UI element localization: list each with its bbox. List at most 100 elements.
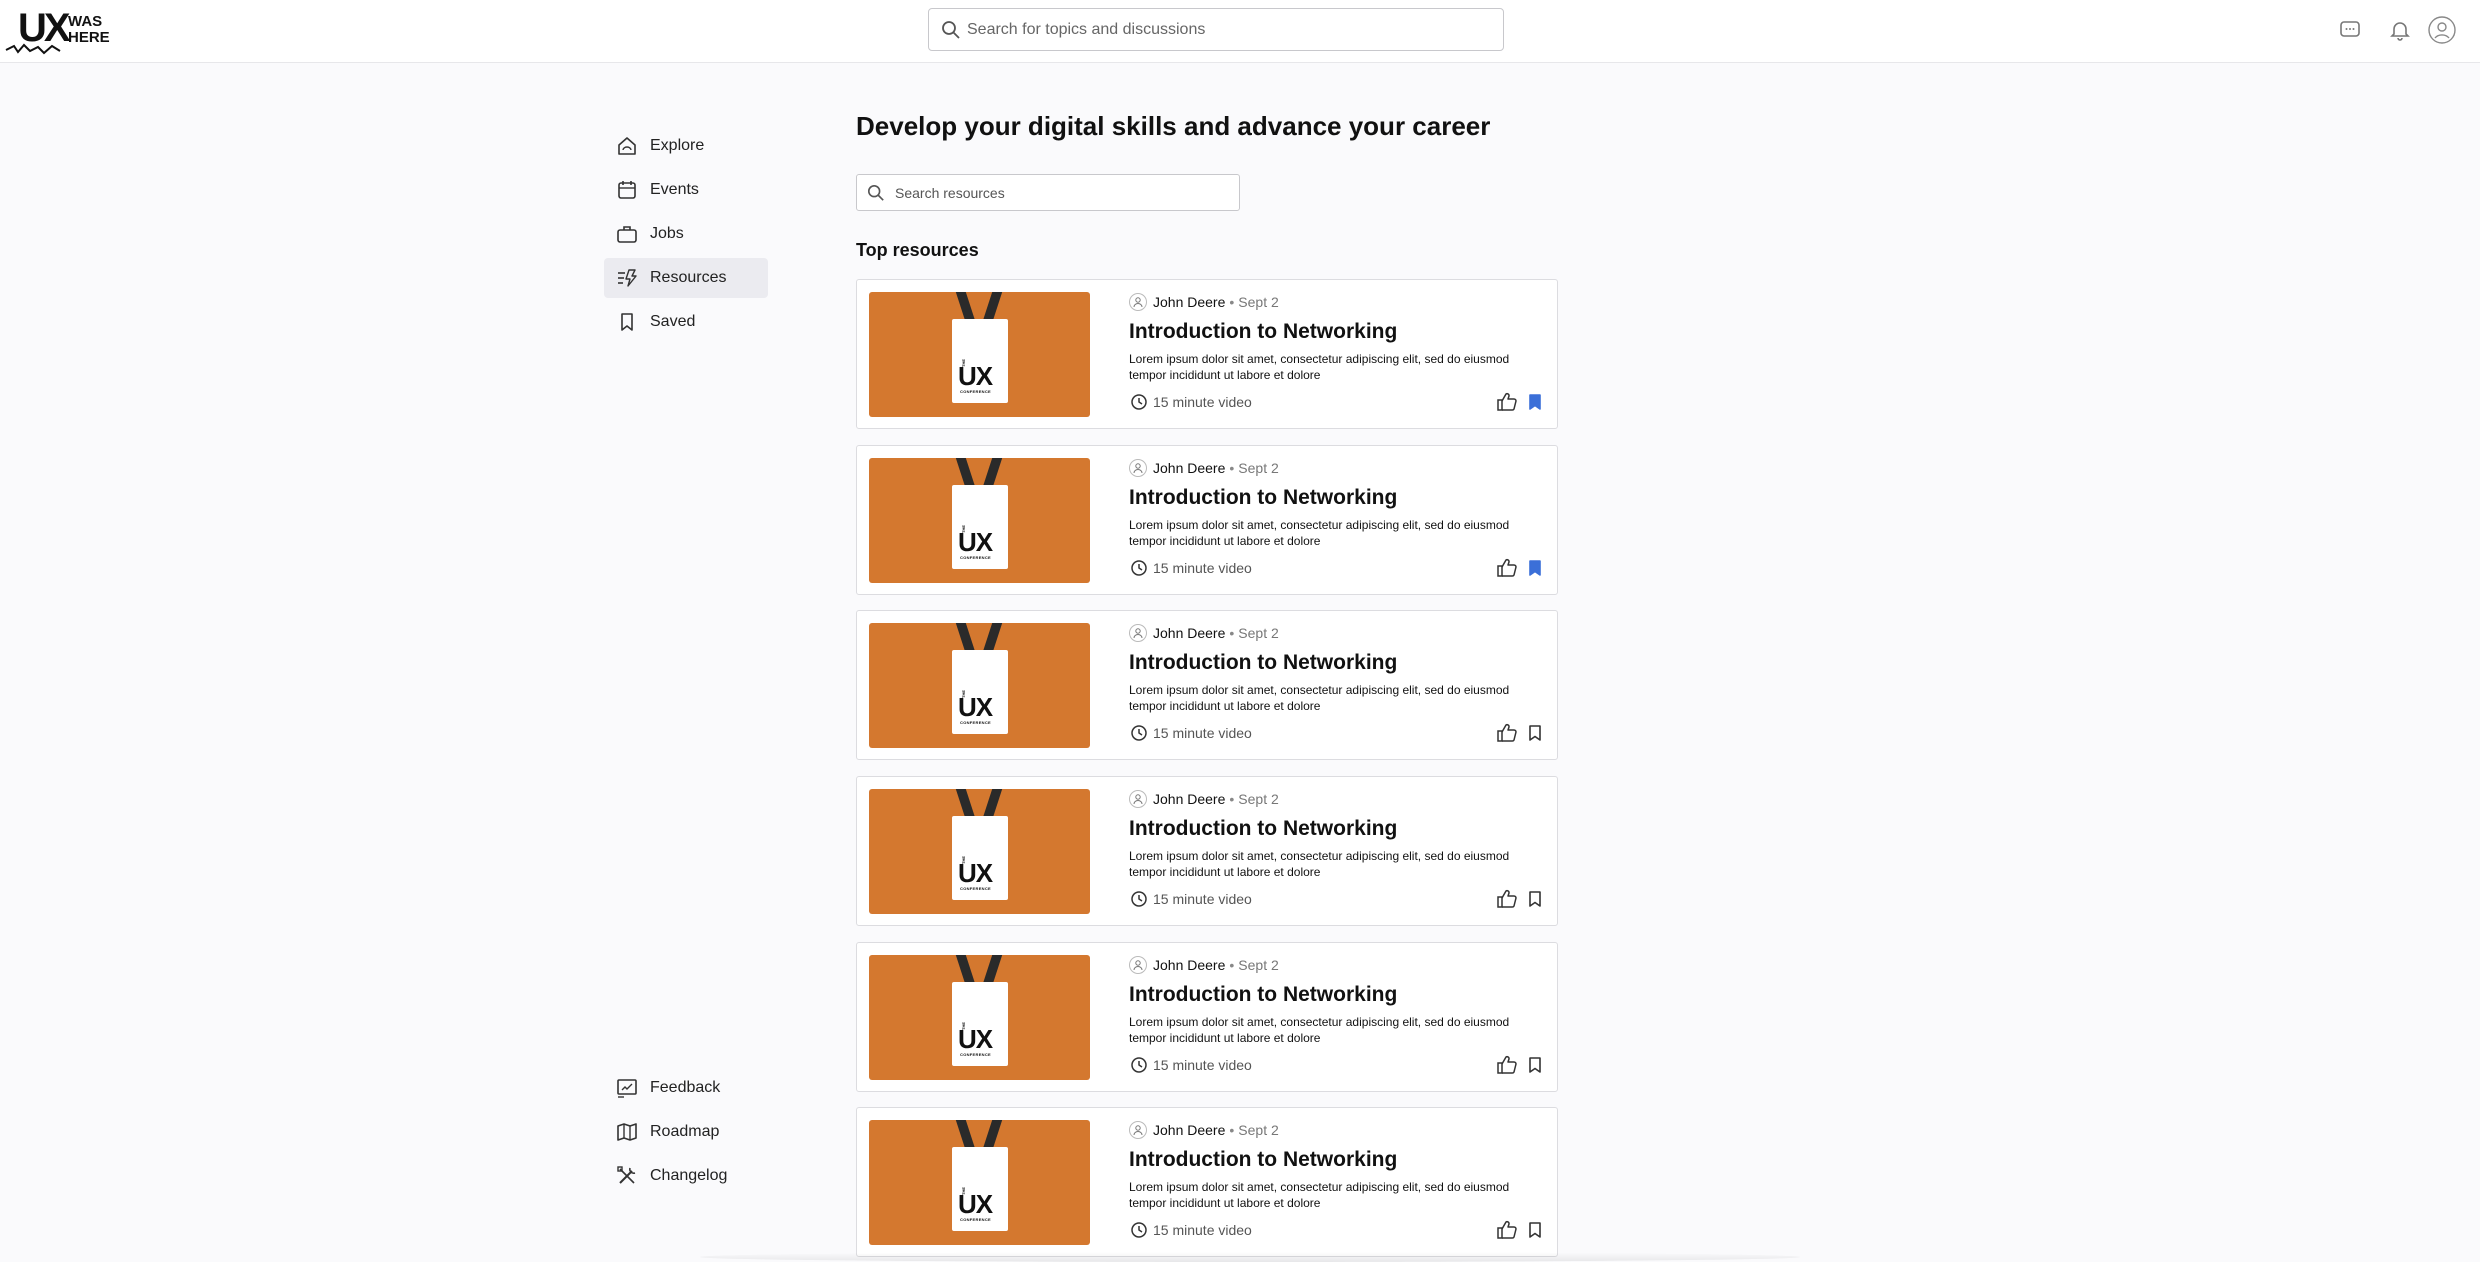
bookmark-icon: [1529, 1057, 1541, 1073]
resource-card[interactable]: THE UX CONFERENCE John Deere • Sept 2 Introduc…: [856, 445, 1558, 595]
meta-separator: •: [1229, 957, 1235, 973]
like-button[interactable]: [1495, 721, 1519, 745]
author-name[interactable]: John Deere: [1153, 625, 1225, 641]
author-name[interactable]: John Deere: [1153, 294, 1225, 310]
card-title[interactable]: Introduction to Networking: [1129, 484, 1397, 512]
badge-bottom-text: CONFERENCE: [960, 720, 992, 725]
resource-card[interactable]: THE UX CONFERENCE John Deere • Sept 2 Introduc…: [856, 279, 1558, 429]
sidebar-item-changelog[interactable]: Changelog: [604, 1156, 768, 1196]
resource-thumbnail[interactable]: THE UX CONFERENCE: [869, 292, 1090, 417]
bookmark-icon: [616, 311, 638, 333]
badge-main-text: UX: [958, 527, 993, 557]
card-title[interactable]: Introduction to Networking: [1129, 649, 1397, 677]
badge-main-text: UX: [958, 858, 993, 888]
bookmark-icon: [1529, 394, 1541, 410]
global-search-input[interactable]: [967, 9, 1487, 50]
like-button[interactable]: [1495, 1053, 1519, 1077]
sidebar-item-saved[interactable]: Saved: [604, 302, 768, 342]
card-description: Lorem ipsum dolor sit amet, consectetur …: [1129, 683, 1510, 713]
sidebar-item-label: Feedback: [650, 1079, 721, 1096]
badge-bottom-text: CONFERENCE: [960, 1052, 992, 1057]
duration-text: 15 minute video: [1153, 725, 1252, 741]
badge-main-text: UX: [958, 361, 993, 391]
clock-icon: [1129, 392, 1149, 412]
tools-icon: [616, 1165, 638, 1187]
sidebar-item-events[interactable]: Events: [604, 170, 768, 210]
bell-icon[interactable]: [2384, 14, 2416, 46]
card-description: Lorem ipsum dolor sit amet, consectetur …: [1129, 518, 1510, 548]
badge-bottom-text: CONFERENCE: [960, 389, 992, 394]
meta-separator: •: [1229, 625, 1235, 641]
conference-badge: THE UX CONFERENCE: [952, 319, 1008, 403]
save-button[interactable]: [1523, 721, 1547, 745]
map-icon: [616, 1121, 638, 1143]
bookmark-icon: [1529, 1222, 1541, 1238]
like-button[interactable]: [1495, 556, 1519, 580]
author-name[interactable]: John Deere: [1153, 791, 1225, 807]
card-title[interactable]: Introduction to Networking: [1129, 815, 1397, 843]
resource-card[interactable]: THE UX CONFERENCE John Deere • Sept 2 Introduc…: [856, 942, 1558, 1092]
post-date: Sept 2: [1238, 957, 1279, 973]
post-date: Sept 2: [1238, 625, 1279, 641]
like-button[interactable]: [1495, 390, 1519, 414]
meta-separator: •: [1229, 294, 1235, 310]
card-title[interactable]: Introduction to Networking: [1129, 318, 1397, 346]
conference-badge: THE UX CONFERENCE: [952, 650, 1008, 734]
author-avatar-icon: [1129, 459, 1147, 477]
thumbs-up-icon: [1497, 1055, 1517, 1074]
save-button[interactable]: [1523, 887, 1547, 911]
clock-icon: [1129, 723, 1149, 743]
user-icon[interactable]: [2426, 14, 2458, 46]
card-duration: 15 minute video: [1129, 889, 1252, 909]
card-description: Lorem ipsum dolor sit amet, consectetur …: [1129, 1015, 1510, 1045]
author-name[interactable]: John Deere: [1153, 1122, 1225, 1138]
card-duration: 15 minute video: [1129, 1220, 1252, 1240]
resource-card[interactable]: THE UX CONFERENCE John Deere • Sept 2 Introduc…: [856, 610, 1558, 760]
clock-icon: [1129, 1220, 1149, 1240]
sidebar-item-label: Events: [650, 181, 699, 198]
sidebar-item-label: Roadmap: [650, 1123, 720, 1140]
resource-thumbnail[interactable]: THE UX CONFERENCE: [869, 789, 1090, 914]
save-button[interactable]: [1523, 390, 1547, 414]
sidebar-item-jobs[interactable]: Jobs: [604, 214, 768, 254]
resource-thumbnail[interactable]: THE UX CONFERENCE: [869, 955, 1090, 1080]
sidebar-item-resources[interactable]: Resources: [604, 258, 768, 298]
card-title[interactable]: Introduction to Networking: [1129, 981, 1397, 1009]
sidebar-item-explore[interactable]: Explore: [604, 126, 768, 166]
resource-thumbnail[interactable]: THE UX CONFERENCE: [869, 1120, 1090, 1245]
card-duration: 15 minute video: [1129, 558, 1252, 578]
sidebar-item-label: Explore: [650, 137, 705, 154]
sidebar-item-roadmap[interactable]: Roadmap: [604, 1112, 768, 1152]
logo-top-text: WAS: [68, 13, 103, 30]
resource-card[interactable]: THE UX CONFERENCE John Deere • Sept 2 Introduc…: [856, 1107, 1558, 1257]
brand-logo[interactable]: UX WAS HERE: [4, 6, 110, 55]
author-name[interactable]: John Deere: [1153, 957, 1225, 973]
like-button[interactable]: [1495, 887, 1519, 911]
card-title[interactable]: Introduction to Networking: [1129, 1146, 1397, 1174]
author-avatar-icon: [1129, 624, 1147, 642]
thumbs-up-icon: [1497, 723, 1517, 742]
conference-badge: THE UX CONFERENCE: [952, 816, 1008, 900]
author-name[interactable]: John Deere: [1153, 460, 1225, 476]
like-button[interactable]: [1495, 1218, 1519, 1242]
save-button[interactable]: [1523, 1218, 1547, 1242]
resource-search[interactable]: [856, 174, 1240, 211]
resource-card[interactable]: THE UX CONFERENCE John Deere • Sept 2 Introduc…: [856, 776, 1558, 926]
global-search[interactable]: [928, 8, 1504, 51]
author-avatar-icon: [1129, 790, 1147, 808]
resource-search-input[interactable]: [895, 175, 1225, 210]
meta-separator: •: [1229, 1122, 1235, 1138]
resources-icon: [616, 267, 638, 289]
clock-icon: [1129, 889, 1149, 909]
resource-thumbnail[interactable]: THE UX CONFERENCE: [869, 458, 1090, 583]
sidebar-item-feedback[interactable]: Feedback: [604, 1068, 768, 1108]
post-date: Sept 2: [1238, 791, 1279, 807]
thumbs-up-icon: [1497, 558, 1517, 577]
card-meta: John Deere • Sept 2: [1129, 292, 1279, 312]
card-meta: John Deere • Sept 2: [1129, 458, 1279, 478]
save-button[interactable]: [1523, 556, 1547, 580]
sidebar-item-label: Resources: [650, 269, 727, 286]
resource-thumbnail[interactable]: THE UX CONFERENCE: [869, 623, 1090, 748]
save-button[interactable]: [1523, 1053, 1547, 1077]
chat-icon[interactable]: [2334, 14, 2366, 46]
